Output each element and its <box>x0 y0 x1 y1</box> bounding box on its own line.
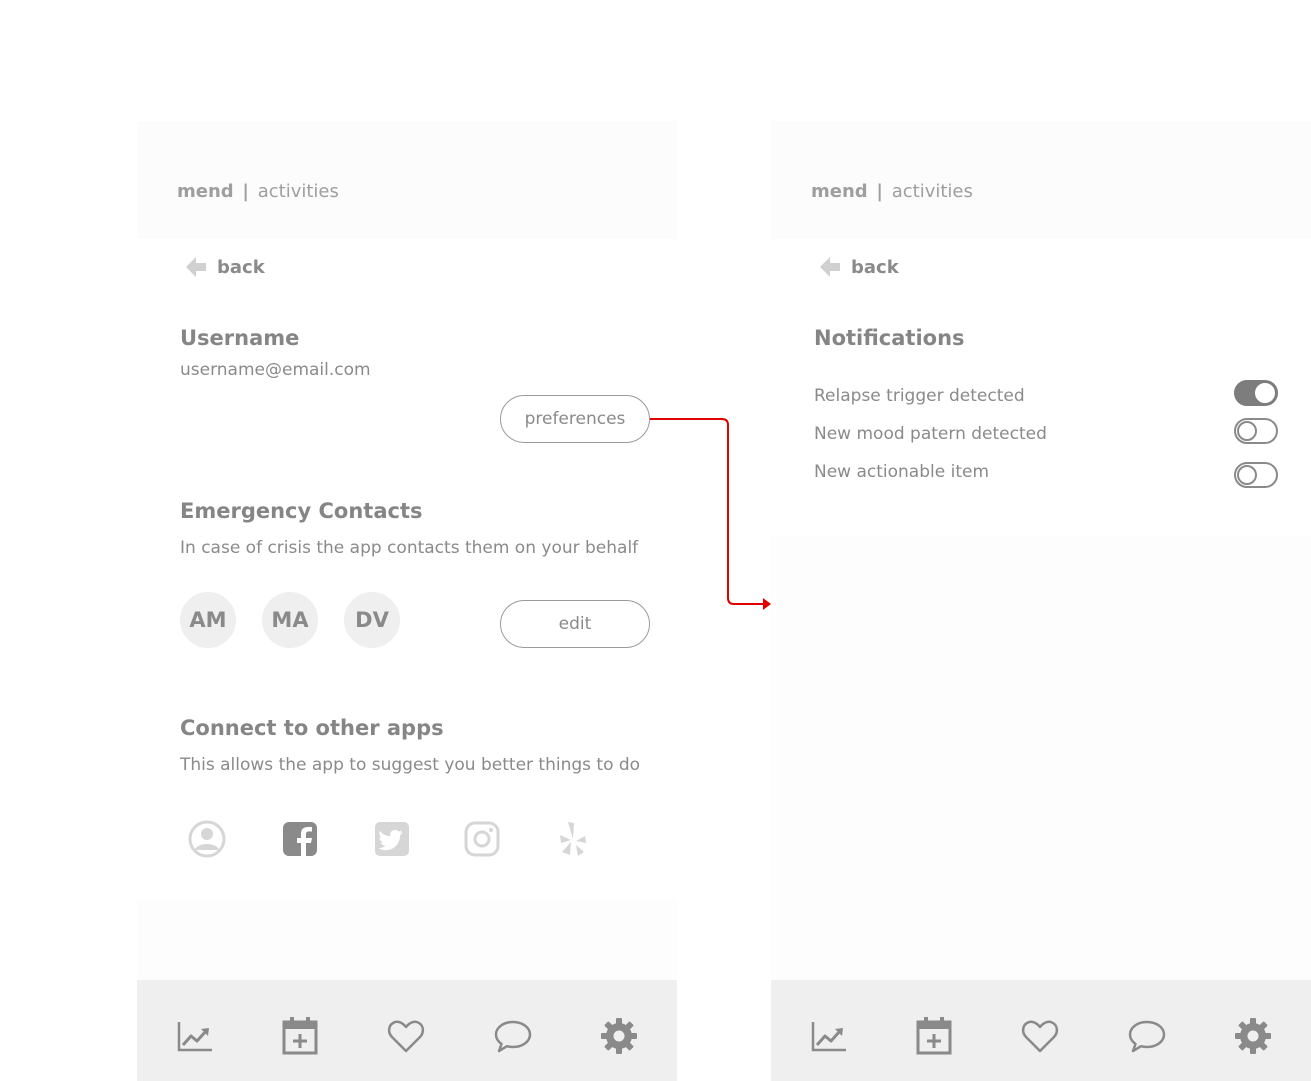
tab-bar <box>771 980 1311 1081</box>
toggle-actionable-item[interactable] <box>1234 462 1278 488</box>
back-button[interactable]: back <box>185 255 265 279</box>
notifications-heading: Notifications <box>814 326 965 350</box>
footer-spacer <box>137 899 677 981</box>
contact-avatar[interactable]: AM <box>180 592 236 648</box>
connect-apps-heading: Connect to other apps <box>180 716 444 740</box>
back-arrow-icon <box>820 257 840 277</box>
brand-title: mend | activities <box>177 181 339 202</box>
preferences-button[interactable]: preferences <box>500 395 650 443</box>
trend-chart-icon[interactable] <box>175 1016 215 1056</box>
brand-title: mend | activities <box>811 181 973 202</box>
toggle-relapse-trigger[interactable] <box>1234 380 1278 406</box>
facebook-icon[interactable] <box>280 819 320 859</box>
app-header: mend | activities <box>137 121 677 239</box>
contact-avatar[interactable]: DV <box>344 592 400 648</box>
back-label: back <box>851 256 899 278</box>
username-heading: Username <box>180 326 300 350</box>
calendar-add-icon[interactable] <box>914 1016 954 1056</box>
brand-separator: | <box>242 181 249 202</box>
back-label: back <box>217 256 265 278</box>
chat-bubble-icon[interactable] <box>493 1016 533 1056</box>
notification-label-mood: New mood patern detected <box>814 424 1047 444</box>
content-area <box>771 536 1311 981</box>
edit-contacts-button[interactable]: edit <box>500 600 650 648</box>
back-arrow-icon <box>186 257 206 277</box>
tab-bar <box>137 980 677 1081</box>
connect-apps-description: This allows the app to suggest you bette… <box>180 755 641 775</box>
contact-avatar[interactable]: MA <box>262 592 318 648</box>
notification-label-actionable: New actionable item <box>814 462 990 482</box>
brand-section: activities <box>891 181 973 202</box>
notifications-screen: mend | activities back Notifications Rel… <box>771 121 1311 1081</box>
heart-icon[interactable] <box>1020 1016 1060 1056</box>
toggle-mood-pattern[interactable] <box>1234 418 1278 444</box>
toggle-knob <box>1255 383 1275 403</box>
gear-icon[interactable] <box>599 1016 639 1056</box>
user-account-icon[interactable] <box>187 819 227 859</box>
emergency-contacts-description: In case of crisis the app contacts them … <box>180 538 639 558</box>
brand-section: activities <box>257 181 339 202</box>
username-email: username@email.com <box>180 360 371 380</box>
instagram-icon[interactable] <box>462 819 502 859</box>
brand-app-name: mend <box>177 181 234 202</box>
chat-bubble-icon[interactable] <box>1127 1016 1167 1056</box>
heart-icon[interactable] <box>386 1016 426 1056</box>
toggle-knob <box>1237 465 1257 485</box>
twitter-icon[interactable] <box>372 819 412 859</box>
back-button[interactable]: back <box>819 255 899 279</box>
trend-chart-icon[interactable] <box>809 1016 849 1056</box>
profile-screen: mend | activities back Username username… <box>137 121 677 1081</box>
brand-separator: | <box>876 181 883 202</box>
emergency-contacts-heading: Emergency Contacts <box>180 499 423 523</box>
brand-app-name: mend <box>811 181 868 202</box>
app-header: mend | activities <box>771 121 1311 239</box>
calendar-add-icon[interactable] <box>280 1016 320 1056</box>
yelp-icon[interactable] <box>552 819 592 859</box>
notification-label-relapse: Relapse trigger detected <box>814 386 1025 406</box>
toggle-knob <box>1237 421 1257 441</box>
gear-icon[interactable] <box>1233 1016 1273 1056</box>
